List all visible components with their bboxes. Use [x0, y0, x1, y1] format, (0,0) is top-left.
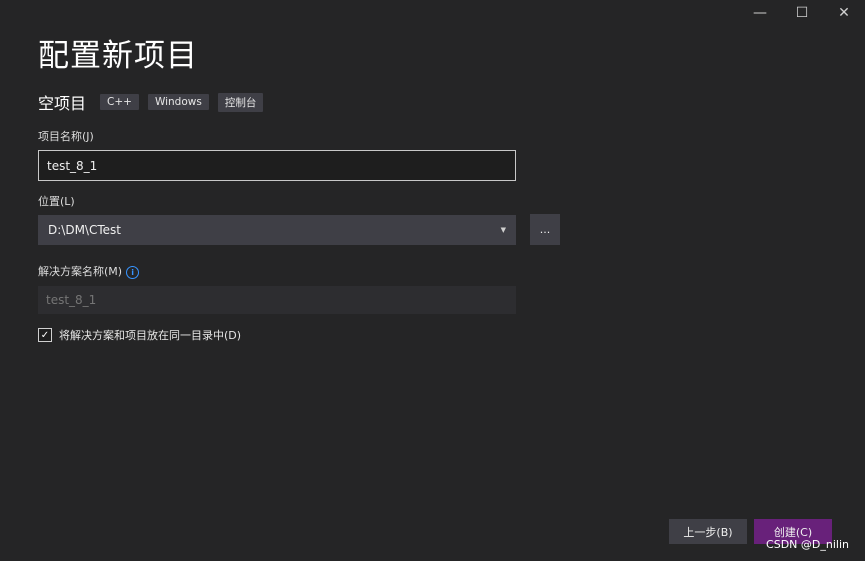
location-select[interactable]: D:\DM\CTest ▼ — [38, 215, 516, 245]
watermark: CSDN @D_nilin — [766, 538, 849, 551]
same-directory-option[interactable]: ✓ 将解决方案和项目放在同一目录中(D) — [38, 327, 241, 343]
page-title: 配置新项目 — [38, 38, 198, 74]
solution-name-label: 解决方案名称(M) — [38, 265, 123, 278]
checkmark-icon: ✓ — [40, 329, 50, 341]
info-icon[interactable]: i — [126, 265, 140, 279]
project-name-input[interactable] — [38, 150, 516, 181]
location-label: 位置(L) — [38, 195, 75, 208]
template-info: 空项目 C++ Windows 控制台 — [38, 90, 272, 114]
solution-name-label-row: 解决方案名称(M) i — [38, 263, 140, 279]
close-button[interactable]: ✕ — [823, 0, 865, 26]
window-controls: — ☐ ✕ — [739, 0, 865, 26]
tag-cpp: C++ — [100, 94, 139, 110]
browse-button[interactable]: ... — [530, 214, 560, 245]
tag-windows: Windows — [147, 94, 209, 110]
tag-console: 控制台 — [217, 92, 264, 112]
location-value: D:\DM\CTest — [48, 223, 121, 237]
same-directory-checkbox[interactable]: ✓ — [38, 328, 52, 342]
same-directory-label: 将解决方案和项目放在同一目录中(D) — [59, 329, 242, 342]
chevron-down-icon: ▼ — [500, 226, 506, 234]
template-name: 空项目 — [38, 94, 87, 113]
minimize-button[interactable]: — — [739, 0, 781, 26]
maximize-button[interactable]: ☐ — [781, 0, 823, 26]
solution-name-input — [38, 286, 516, 314]
project-name-label: 项目名称(J) — [38, 130, 94, 143]
back-button[interactable]: 上一步(B) — [669, 519, 747, 544]
